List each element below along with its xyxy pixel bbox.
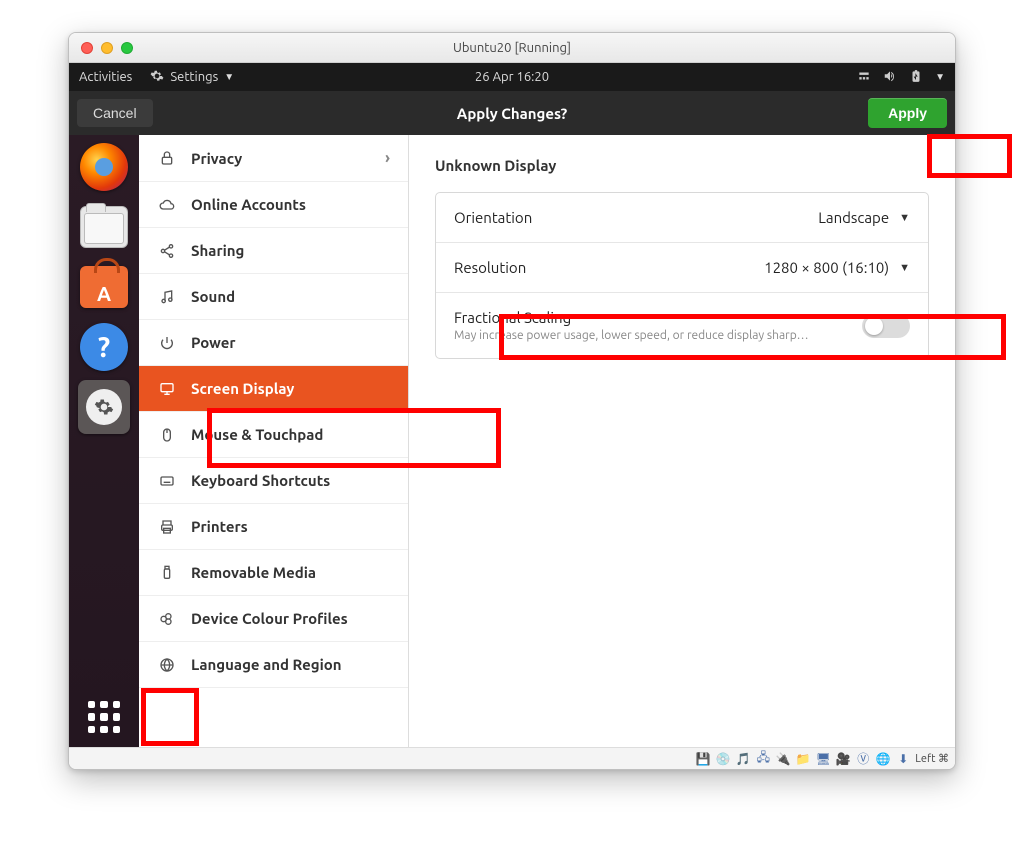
mac-titlebar: Ubuntu20 [Running] (69, 33, 955, 63)
dock-settings[interactable] (78, 381, 130, 433)
sidebar-item-keyboard-shortcuts[interactable]: Keyboard Shortcuts (139, 458, 408, 504)
lock-icon (157, 150, 177, 166)
vm-additions-icon[interactable]: 🌐 (875, 751, 891, 767)
vm-vrde-icon[interactable]: Ⓥ (855, 751, 871, 767)
vm-network-icon[interactable]: 🖧 (755, 751, 771, 767)
chevron-down-icon: ▼ (899, 262, 910, 274)
battery-icon (909, 69, 923, 86)
swatch-icon (157, 611, 177, 627)
header-bar: Cancel Apply Changes? Apply (69, 91, 955, 135)
vm-disk-icon[interactable]: 💾 (695, 751, 711, 767)
volume-icon (883, 69, 897, 86)
vm-shared-icon[interactable]: 📁 (795, 751, 811, 767)
vm-mouse-icon[interactable]: ⬇ (895, 751, 911, 767)
sidebar-item-sharing[interactable]: Sharing (139, 228, 408, 274)
sidebar-item-printers[interactable]: Printers (139, 504, 408, 550)
settings-icon (78, 380, 130, 434)
app-menu[interactable]: Settings ▼ (150, 69, 234, 86)
usb-icon (157, 565, 177, 581)
gear-icon (150, 69, 164, 86)
resolution-value: 1280 × 800 (16:10) (764, 259, 889, 276)
note-icon (157, 289, 177, 305)
dock-software[interactable]: A (78, 261, 130, 313)
sidebar-item-label: Language and Region (191, 656, 342, 673)
settings-sidebar[interactable]: Privacy › Online Accounts Sharing Sound Power… (139, 135, 409, 747)
dock-help[interactable]: ? (78, 321, 130, 373)
resolution-row[interactable]: Resolution 1280 × 800 (16:10) ▼ (436, 242, 928, 292)
resolution-label: Resolution (454, 259, 526, 276)
sidebar-item-language-and-region[interactable]: Language and Region (139, 642, 408, 688)
chevron-right-icon: › (385, 149, 390, 167)
settings-content: Unknown Display Orientation Landscape ▼ … (409, 135, 955, 747)
dock-firefox[interactable] (78, 141, 130, 193)
sidebar-item-online-accounts[interactable]: Online Accounts (139, 182, 408, 228)
sidebar-item-label: Sharing (191, 242, 244, 259)
sidebar-item-label: Power (191, 334, 236, 351)
fractional-scaling-sub: May increase power usage, lower speed, o… (454, 329, 809, 342)
mouse-icon (157, 427, 177, 443)
sidebar-item-label: Privacy (191, 150, 242, 167)
vm-optical-icon[interactable]: 💿 (715, 751, 731, 767)
vm-host-key: Left ⌘ (915, 752, 949, 765)
dock-files[interactable] (78, 201, 130, 253)
chevron-down-icon: ▼ (935, 71, 945, 83)
status-area[interactable]: ▼ (857, 69, 945, 86)
network-icon (857, 69, 871, 86)
files-icon (80, 206, 128, 248)
orientation-value: Landscape (818, 209, 889, 226)
fractional-scaling-toggle[interactable] (862, 314, 910, 338)
activities-button[interactable]: Activities (79, 70, 132, 84)
sidebar-item-label: Mouse & Touchpad (191, 426, 323, 443)
display-icon (157, 381, 177, 397)
vm-audio-icon[interactable]: 🎵 (735, 751, 751, 767)
header-title: Apply Changes? (69, 105, 955, 122)
section-title: Unknown Display (435, 157, 929, 174)
sidebar-item-label: Screen Display (191, 380, 294, 397)
share-icon (157, 243, 177, 259)
vm-recording-icon[interactable]: 🎥 (835, 751, 851, 767)
orientation-row[interactable]: Orientation Landscape ▼ (436, 193, 928, 242)
apps-grid-icon (84, 697, 124, 737)
sidebar-item-label: Device Colour Profiles (191, 610, 348, 627)
sidebar-item-power[interactable]: Power (139, 320, 408, 366)
cloud-icon (157, 197, 177, 213)
sidebar-item-removable-media[interactable]: Removable Media (139, 550, 408, 596)
globe-icon (157, 657, 177, 673)
vm-display-icon[interactable]: 🖥 (815, 751, 831, 767)
chevron-down-icon: ▼ (224, 71, 234, 83)
sidebar-item-privacy[interactable]: Privacy › (139, 135, 408, 182)
vm-status-bar: 💾 💿 🎵 🖧 🔌 📁 🖥 🎥 Ⓥ 🌐 ⬇ Left ⌘ (69, 747, 955, 769)
sidebar-item-device-colour-profiles[interactable]: Device Colour Profiles (139, 596, 408, 642)
vm-window: Ubuntu20 [Running] Activities Settings ▼… (68, 32, 956, 770)
printer-icon (157, 519, 177, 535)
help-icon: ? (80, 323, 128, 371)
sidebar-item-sound[interactable]: Sound (139, 274, 408, 320)
sidebar-item-label: Removable Media (191, 564, 316, 581)
power-icon (157, 335, 177, 351)
software-icon: A (80, 266, 128, 308)
window-title: Ubuntu20 [Running] (69, 41, 955, 55)
sidebar-item-label: Keyboard Shortcuts (191, 472, 330, 489)
firefox-icon (80, 143, 128, 191)
main-area: A ? Privacy›Online AccountsSharingSoundP… (69, 135, 955, 747)
sidebar-item-label: Online Accounts (191, 196, 306, 213)
sidebar-item-label: Sound (191, 288, 235, 305)
keyboard-icon (157, 473, 177, 489)
sidebar-item-screen-display[interactable]: Screen Display (139, 366, 408, 412)
sidebar-item-mouse-touchpad[interactable]: Mouse & Touchpad (139, 412, 408, 458)
app-menu-label: Settings (170, 70, 218, 84)
gnome-top-bar: Activities Settings ▼ 26 Apr 16:20 ▼ (69, 63, 955, 91)
display-panel: Orientation Landscape ▼ Resolution 1280 … (435, 192, 929, 359)
sidebar-item-label: Printers (191, 518, 248, 535)
fractional-scaling-label: Fractional Scaling (454, 309, 809, 326)
fractional-scaling-row: Fractional Scaling May increase power us… (436, 292, 928, 358)
vm-usb-icon[interactable]: 🔌 (775, 751, 791, 767)
orientation-label: Orientation (454, 209, 532, 226)
ubuntu-dock: A ? (69, 135, 139, 747)
show-applications-button[interactable] (84, 697, 124, 737)
chevron-down-icon: ▼ (899, 212, 910, 224)
